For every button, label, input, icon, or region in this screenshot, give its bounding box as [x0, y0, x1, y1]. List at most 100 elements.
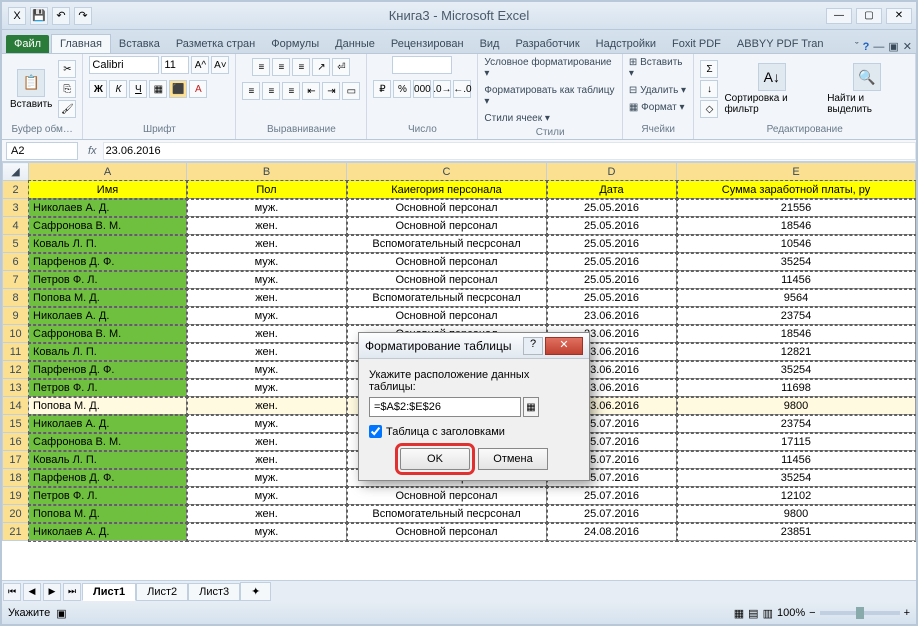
cell-date[interactable]: 24.08.2016	[547, 523, 677, 541]
dialog-range-input[interactable]	[369, 397, 521, 417]
sheet-tab-2[interactable]: Лист2	[136, 583, 188, 601]
border-button[interactable]: ▦	[149, 80, 167, 98]
tab-developer[interactable]: Разработчик	[507, 35, 587, 53]
cell-sum[interactable]: 23754	[677, 307, 916, 325]
tab-abbyy[interactable]: ABBYY PDF Tran	[729, 35, 832, 53]
tab-insert[interactable]: Вставка	[111, 35, 168, 53]
tab-formulas[interactable]: Формулы	[263, 35, 327, 53]
format-painter-button[interactable]: 🖌	[58, 100, 76, 118]
zoom-out-button[interactable]: −	[809, 607, 815, 619]
row-header[interactable]: 13	[3, 379, 29, 397]
zoom-in-button[interactable]: +	[904, 607, 910, 619]
select-all-corner[interactable]: ◢	[3, 163, 29, 181]
cell-category[interactable]: Основной персонал	[347, 217, 547, 235]
align-top-button[interactable]: ≡	[252, 58, 270, 76]
row-header[interactable]: 21	[3, 523, 29, 541]
cell-sex[interactable]: жен.	[187, 325, 347, 343]
cell-date[interactable]: 25.07.2016	[547, 487, 677, 505]
cell-sex[interactable]: муж.	[187, 307, 347, 325]
cell-sum[interactable]: 11456	[677, 451, 916, 469]
cell-sex[interactable]: жен.	[187, 235, 347, 253]
zoom-slider[interactable]	[820, 611, 900, 615]
dialog-headers-checkbox[interactable]: Таблица с заголовками	[369, 425, 579, 438]
cell-sex[interactable]: жен.	[187, 397, 347, 415]
increase-decimal-button[interactable]: .0→	[433, 80, 451, 98]
save-button[interactable]: 💾	[30, 7, 48, 25]
cell-name[interactable]: Парфенов Д. Ф.	[29, 253, 187, 271]
table-row[interactable]: 21Николаев А. Д.муж.Основной персонал24.…	[3, 523, 916, 541]
sheet-nav-first[interactable]: ⏮	[3, 583, 21, 601]
cell-sex[interactable]: муж.	[187, 469, 347, 487]
tab-pagelayout[interactable]: Разметка стран	[168, 35, 263, 53]
bold-button[interactable]: Ж	[89, 80, 107, 98]
align-bottom-button[interactable]: ≡	[292, 58, 310, 76]
cell-sum[interactable]: 35254	[677, 253, 916, 271]
cell-sex[interactable]: муж.	[187, 271, 347, 289]
cell-sex[interactable]: муж.	[187, 523, 347, 541]
cell-sum[interactable]: 35254	[677, 361, 916, 379]
dialog-range-picker[interactable]: ▦	[523, 397, 539, 417]
cell-name[interactable]: Попова М. Д.	[29, 397, 187, 415]
row-header[interactable]: 20	[3, 505, 29, 523]
fx-icon[interactable]: fx	[88, 145, 97, 157]
cell-name[interactable]: Коваль Л. П.	[29, 451, 187, 469]
close-button[interactable]: ✕	[886, 8, 912, 24]
row-header[interactable]: 14	[3, 397, 29, 415]
cell-name[interactable]: Петров Ф. Л.	[29, 379, 187, 397]
cell-category[interactable]: Вспомогательный песрсонал	[347, 505, 547, 523]
doc-close-icon[interactable]: ✕	[903, 40, 912, 53]
tab-addins[interactable]: Надстройки	[588, 35, 664, 53]
tab-data[interactable]: Данные	[327, 35, 383, 53]
new-sheet-button[interactable]: ✦	[240, 582, 271, 601]
formula-input[interactable]: 23.06.2016	[103, 142, 916, 160]
view-pagebreak-icon[interactable]: ▥	[763, 607, 773, 620]
cell-sum[interactable]: 11698	[677, 379, 916, 397]
dialog-help-button[interactable]: ?	[523, 337, 543, 355]
row-header[interactable]: 7	[3, 271, 29, 289]
cell-sum[interactable]: 12821	[677, 343, 916, 361]
currency-button[interactable]: ₽	[373, 80, 391, 98]
cell-name[interactable]: Николаев А. Д.	[29, 199, 187, 217]
tab-view[interactable]: Вид	[472, 35, 508, 53]
cell-name[interactable]: Николаев А. Д.	[29, 523, 187, 541]
cell-category[interactable]: Вспомогательный песрсонал	[347, 235, 547, 253]
cell-name[interactable]: Петров Ф. Л.	[29, 271, 187, 289]
col-header-b[interactable]: B	[187, 163, 347, 181]
table-row[interactable]: 19Петров Ф. Л.муж.Основной персонал25.07…	[3, 487, 916, 505]
dialog-cancel-button[interactable]: Отмена	[478, 448, 548, 470]
cell-date[interactable]: 23.06.2016	[547, 307, 677, 325]
cell-category[interactable]: Основной персонал	[347, 487, 547, 505]
increase-indent-button[interactable]: ⇥	[322, 82, 340, 100]
italic-button[interactable]: К	[109, 80, 127, 98]
font-size-select[interactable]	[161, 56, 189, 74]
row-header[interactable]: 18	[3, 469, 29, 487]
undo-button[interactable]: ↶	[52, 7, 70, 25]
wrap-text-button[interactable]: ⏎	[332, 58, 350, 76]
name-box[interactable]	[6, 142, 78, 160]
row-header[interactable]: 12	[3, 361, 29, 379]
underline-button[interactable]: Ч	[129, 80, 147, 98]
format-cells-button[interactable]: ▦ Формат ▾	[629, 101, 685, 114]
tab-home[interactable]: Главная	[51, 34, 111, 53]
row-header[interactable]: 5	[3, 235, 29, 253]
cell-name[interactable]: Попова М. Д.	[29, 289, 187, 307]
excel-icon[interactable]: X	[8, 7, 26, 25]
row-header[interactable]: 8	[3, 289, 29, 307]
dialog-close-button[interactable]: ✕	[545, 337, 583, 355]
cell-sex[interactable]: муж.	[187, 199, 347, 217]
cell-name[interactable]: Петров Ф. Л.	[29, 487, 187, 505]
row-header[interactable]: 6	[3, 253, 29, 271]
cell-name[interactable]: Парфенов Д. Ф.	[29, 469, 187, 487]
doc-minimize-icon[interactable]: —	[873, 41, 884, 53]
cell-category[interactable]: Основной персонал	[347, 523, 547, 541]
table-row[interactable]: 5Коваль Л. П.жен.Вспомогательный песрсон…	[3, 235, 916, 253]
cell-date[interactable]: 25.05.2016	[547, 253, 677, 271]
cell-sex[interactable]: муж.	[187, 487, 347, 505]
cell-name[interactable]: Николаев А. Д.	[29, 307, 187, 325]
conditional-formatting-button[interactable]: Условное форматирование ▾	[484, 56, 616, 80]
clear-button[interactable]: ◇	[700, 100, 718, 118]
maximize-button[interactable]: ▢	[856, 8, 882, 24]
col-header-e[interactable]: E	[677, 163, 916, 181]
cell-name[interactable]: Сафронова В. М.	[29, 325, 187, 343]
view-pagelayout-icon[interactable]: ▤	[748, 607, 758, 620]
